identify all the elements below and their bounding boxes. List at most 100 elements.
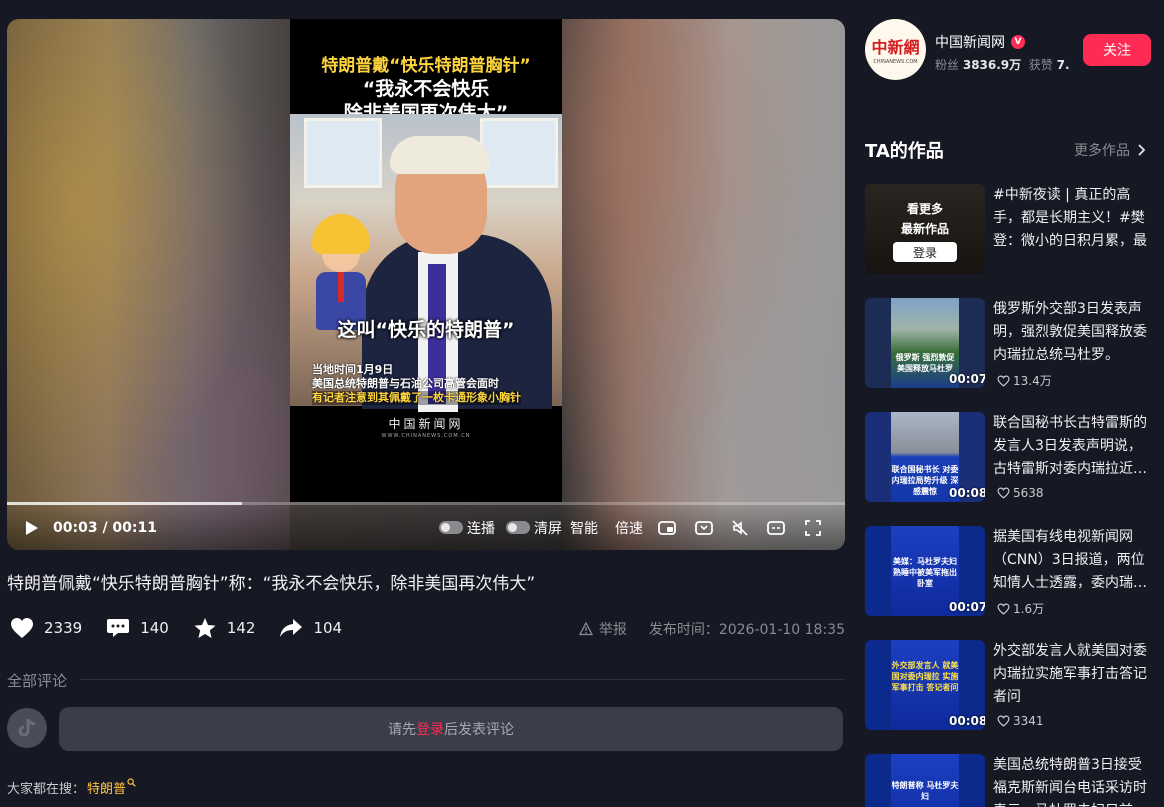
heart-outline-icon bbox=[997, 487, 1010, 499]
video-caption-line2: 美国总统特朗普与石油公司高管会面时 bbox=[312, 377, 499, 390]
warning-icon bbox=[578, 622, 593, 636]
divider bbox=[80, 679, 845, 680]
work-title: 俄罗斯外交部3日发表声明，强烈敦促美国释放委内瑞拉总统马杜罗。 bbox=[993, 301, 1147, 363]
work-title: 据美国有线电视新闻网（CNN）3日报道，两位知情人士透露，委内瑞… bbox=[993, 529, 1147, 591]
thumbnail-text: 外交部发言人 就美国对委内瑞拉 实施军事打击 答记者问 bbox=[891, 661, 959, 692]
comment-icon bbox=[107, 619, 130, 637]
speed-button[interactable]: 倍速 bbox=[615, 505, 643, 550]
clear-screen-toggle[interactable]: 清屏 bbox=[506, 505, 562, 550]
screen-mode-button[interactable] bbox=[766, 505, 786, 550]
clear-screen-label: 清屏 bbox=[534, 520, 562, 537]
floating-window-button[interactable] bbox=[657, 505, 677, 550]
video-player[interactable]: 特朗普戴“快乐特朗普胸针” “我永不会快乐 除非美国再次伟大” 这叫“快乐的特朗… bbox=[7, 19, 845, 550]
list-item[interactable]: 美媒：马杜罗夫妇熟睡中被美军拖出卧室 00:07 据美国有线电视新闻网（CNN）… bbox=[865, 526, 1155, 616]
work-title: #中新夜读 | 真正的高手，都是长期主义！#樊登：微小的日积月累，最终… bbox=[993, 187, 1147, 249]
picture-in-picture-icon bbox=[658, 520, 676, 535]
list-item[interactable]: 联合国秘书长 对委内瑞拉局势升级 深感震惊 00:08 联合国秘书长古特雷斯的发… bbox=[865, 412, 1155, 502]
list-item[interactable]: 俄罗斯 强烈敦促 美国释放马杜罗 00:07 俄罗斯外交部3日发表声明，强烈敦促… bbox=[865, 298, 1155, 388]
heart-icon bbox=[11, 618, 33, 638]
star-icon bbox=[194, 618, 216, 638]
hot-search: 大家都在搜： 特朗普 bbox=[7, 778, 136, 797]
comments-header: 全部评论 bbox=[7, 672, 68, 690]
smart-button[interactable]: 智能 bbox=[570, 505, 598, 550]
work-thumbnail: 联合国秘书长 对委内瑞拉局势升级 深感震惊 00:08 bbox=[865, 412, 985, 502]
login-card-thumbnail: 看更多 最新作品 登录 bbox=[865, 184, 985, 274]
toggle-switch-icon bbox=[439, 521, 463, 534]
hot-search-keyword[interactable]: 特朗普 bbox=[87, 782, 126, 797]
share-count: 104 bbox=[313, 619, 343, 637]
publish-time: 发布时间：2026-01-10 18:35 bbox=[648, 622, 845, 638]
author-logo-text: 中新網 bbox=[871, 38, 920, 57]
comment-button[interactable]: 140 bbox=[106, 617, 169, 639]
work-thumbnail: 特朗普称 马杜罗夫妇 bbox=[865, 754, 985, 807]
likes-total: 7.… bbox=[1056, 58, 1070, 72]
thumbnail-text: 美媒：马杜罗夫妇熟睡中被美军拖出卧室 bbox=[893, 557, 957, 588]
list-item[interactable]: 看更多 最新作品 登录 #中新夜读 | 真正的高手，都是长期主义！#樊登：微小的… bbox=[865, 184, 1155, 274]
fullscreen-icon bbox=[805, 519, 821, 536]
more-works-label: 更多作品 bbox=[1074, 143, 1130, 159]
like-button[interactable]: 2339 bbox=[10, 617, 82, 639]
share-button[interactable]: 104 bbox=[279, 617, 342, 639]
work-likes: 3341 bbox=[997, 714, 1044, 728]
webpage-fullscreen-button[interactable] bbox=[694, 505, 714, 550]
volume-muted-icon bbox=[732, 519, 748, 536]
web-fullscreen-icon bbox=[695, 520, 713, 535]
favorite-count: 142 bbox=[226, 619, 256, 637]
video-duration: 00:08 bbox=[949, 714, 985, 728]
login-link[interactable]: 登录 bbox=[416, 719, 444, 739]
video-title: 特朗普佩戴“快乐特朗普胸针”称：“我永不会快乐，除非美国再次伟大” bbox=[7, 574, 536, 594]
work-likes: 1.6万 bbox=[997, 600, 1044, 617]
heart-outline-icon bbox=[997, 603, 1010, 615]
work-likes: 5638 bbox=[997, 486, 1044, 500]
fans-label: 粉丝 bbox=[935, 58, 960, 72]
blurred-backdrop-left bbox=[7, 19, 290, 550]
work-title: 联合国秘书长古特雷斯的发言人3日发表声明说，古特雷斯对委内瑞拉近… bbox=[993, 415, 1147, 477]
comment-prompt-before: 请先 bbox=[388, 722, 416, 738]
fans-count: 3836.9万 bbox=[962, 58, 1022, 72]
video-headline-line1: 特朗普戴“快乐特朗普胸针” bbox=[321, 56, 531, 76]
video-actions: 2339 140 142 104 bbox=[10, 615, 366, 641]
author-name[interactable]: 中国新闻网 V bbox=[935, 32, 1025, 52]
blurred-backdrop-right bbox=[562, 19, 845, 550]
work-thumbnail: 美媒：马杜罗夫妇熟睡中被美军拖出卧室 00:07 bbox=[865, 526, 985, 616]
comment-input[interactable]: 请先 登录 后发表评论 bbox=[59, 707, 843, 751]
list-item[interactable]: 特朗普称 马杜罗夫妇 美国总统特朗普3日接受福克斯新闻台电话采访时表示，马杜罗夫… bbox=[865, 754, 1155, 807]
like-count: 2339 bbox=[44, 619, 83, 637]
favorite-button[interactable]: 142 bbox=[193, 617, 256, 639]
video-duration: 00:07 bbox=[949, 372, 985, 386]
heart-outline-icon bbox=[997, 375, 1010, 387]
video-duration: 00:07 bbox=[949, 600, 985, 614]
playback-time: 00:03 / 00:11 bbox=[53, 519, 157, 536]
play-button[interactable] bbox=[25, 505, 41, 550]
video-overlay-text: 这叫“快乐的特朗普” bbox=[337, 319, 515, 341]
video-frame[interactable]: 特朗普戴“快乐特朗普胸针” “我永不会快乐 除非美国再次伟大” 这叫“快乐的特朗… bbox=[290, 19, 562, 502]
watermark-logo-sub: WWW.CHINANEWS.COM.CN bbox=[381, 433, 471, 439]
player-controls: 00:03 / 00:11 连播 清屏 智能 倍速 bbox=[7, 505, 845, 550]
work-title: 外交部发言人就美国对委内瑞拉实施军事打击答记者问 bbox=[993, 643, 1147, 705]
screen-mode-icon bbox=[767, 520, 785, 535]
share-icon bbox=[280, 619, 303, 637]
continuous-play-toggle[interactable]: 连播 bbox=[439, 505, 495, 550]
report-label: 举报 bbox=[598, 622, 627, 638]
login-card-line2: 最新作品 bbox=[900, 222, 949, 236]
fullscreen-button[interactable] bbox=[803, 505, 823, 550]
list-item[interactable]: 外交部发言人 就美国对委内瑞拉 实施军事打击 答记者问 00:08 外交部发言人… bbox=[865, 640, 1155, 730]
follow-button[interactable]: 关注 bbox=[1083, 34, 1151, 66]
login-card-button[interactable]: 登录 bbox=[893, 242, 957, 262]
work-likes-count: 3341 bbox=[1013, 714, 1044, 728]
more-works-link[interactable]: 更多作品 bbox=[1074, 140, 1146, 160]
report-button[interactable]: 举报 bbox=[578, 619, 627, 639]
chevron-right-icon bbox=[1138, 144, 1146, 156]
mute-button[interactable] bbox=[730, 505, 750, 550]
avatar bbox=[7, 708, 47, 748]
video-caption-line1: 当地时间1月9日 bbox=[312, 363, 394, 376]
video-caption-line3: 有记者注意到其佩戴了一枚卡通形象小胸针 bbox=[312, 391, 521, 405]
comment-count: 140 bbox=[140, 619, 169, 637]
comment-prompt-after: 后发表评论 bbox=[444, 722, 514, 738]
thumbnail-text: 特朗普称 马杜罗夫妇 bbox=[891, 781, 959, 801]
tiktok-note-icon bbox=[18, 718, 36, 737]
likes-label: 获赞 bbox=[1028, 58, 1053, 72]
author-stats: 粉丝 3836.9万 获赞 7.… bbox=[935, 56, 1070, 73]
author-avatar[interactable]: 中新網 CHINANEWS.COM bbox=[865, 19, 926, 80]
search-icon bbox=[127, 778, 136, 787]
